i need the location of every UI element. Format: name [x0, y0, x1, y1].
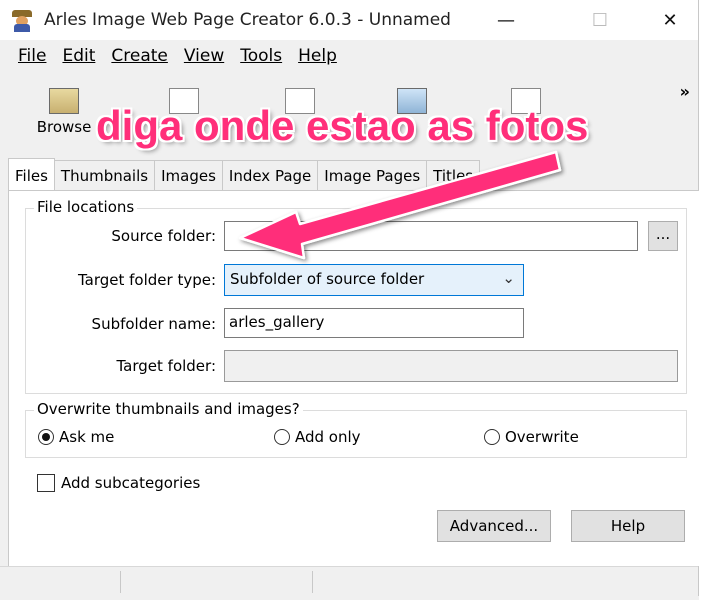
arrow-annotation	[238, 150, 562, 260]
annotation-text: diga onde estao as fotos	[96, 102, 589, 149]
